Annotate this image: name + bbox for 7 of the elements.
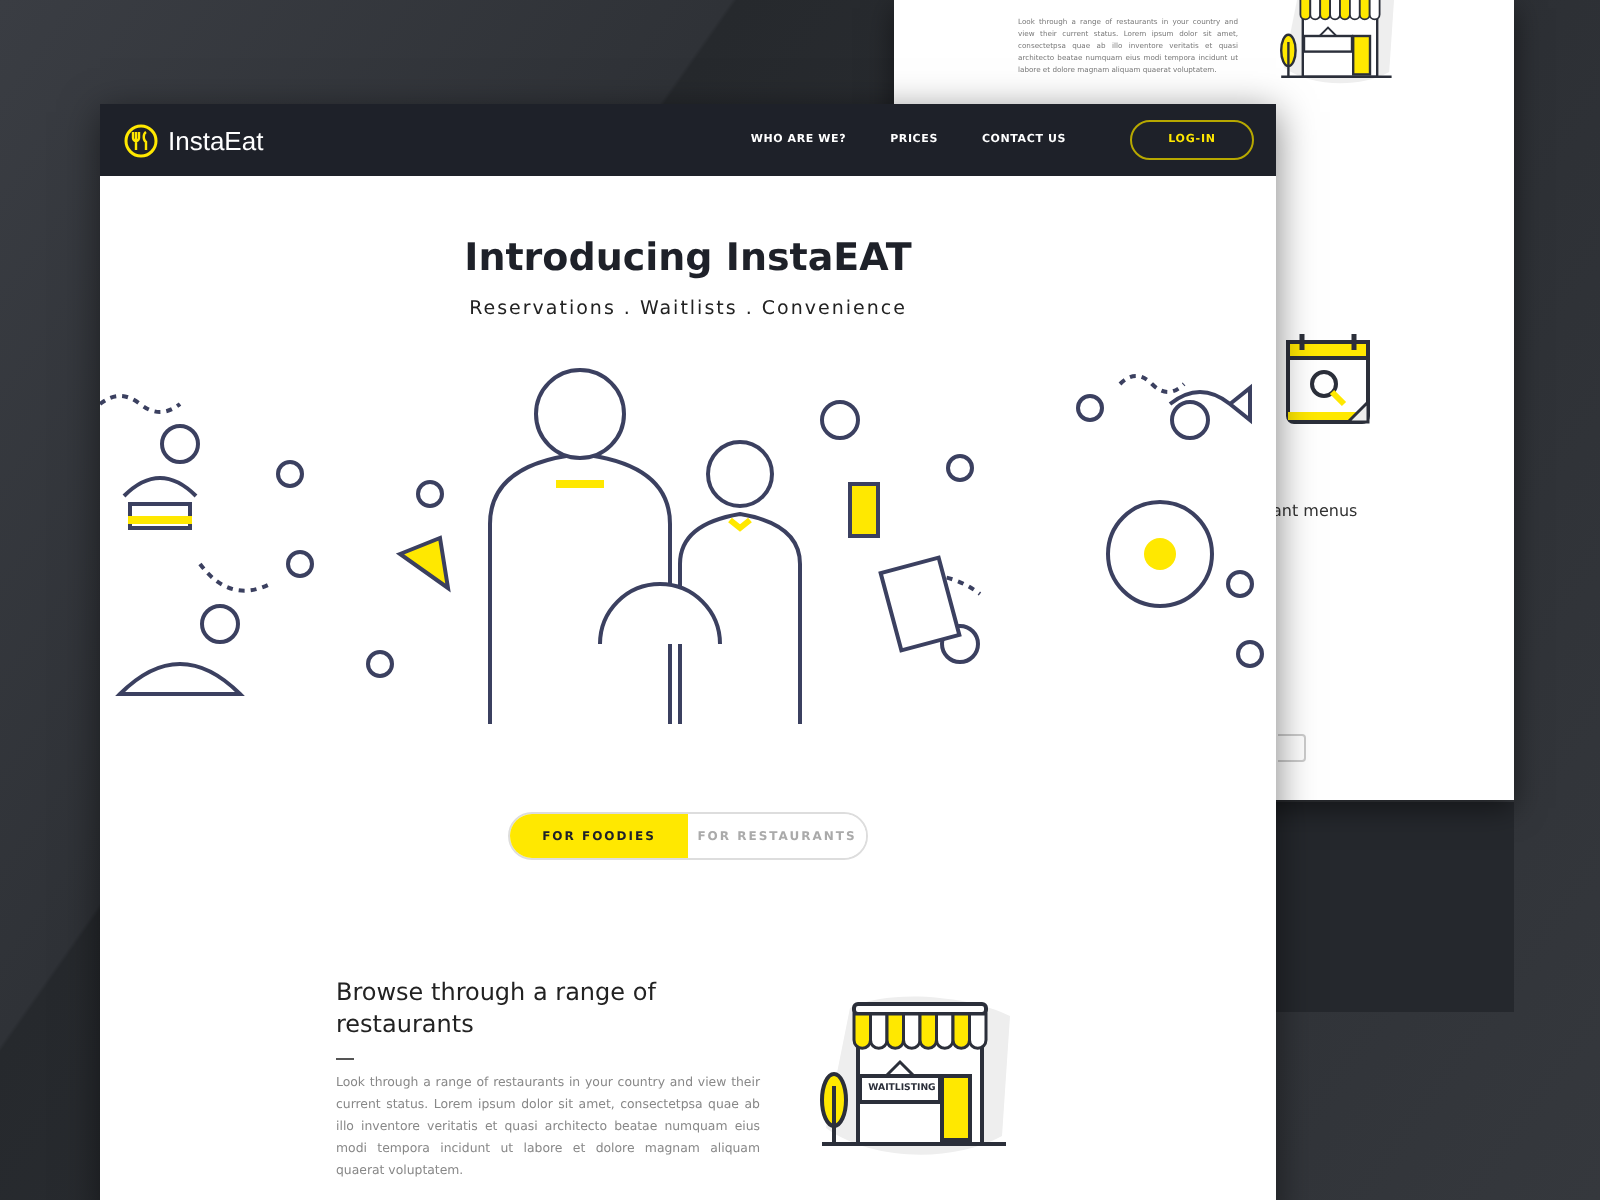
feature-heading: Browse through a range of restaurants: [336, 976, 659, 1040]
hero-subtitle: Reservations . Waitlists . Convenience: [469, 298, 907, 320]
fork-knife-logo-icon: [124, 123, 158, 157]
hero-title: Introducing InstaEAT: [464, 236, 912, 280]
outline-button[interactable]: [1278, 734, 1306, 762]
calendar-search-icon: [1284, 330, 1376, 426]
brand-name: InstaEat: [168, 125, 264, 155]
